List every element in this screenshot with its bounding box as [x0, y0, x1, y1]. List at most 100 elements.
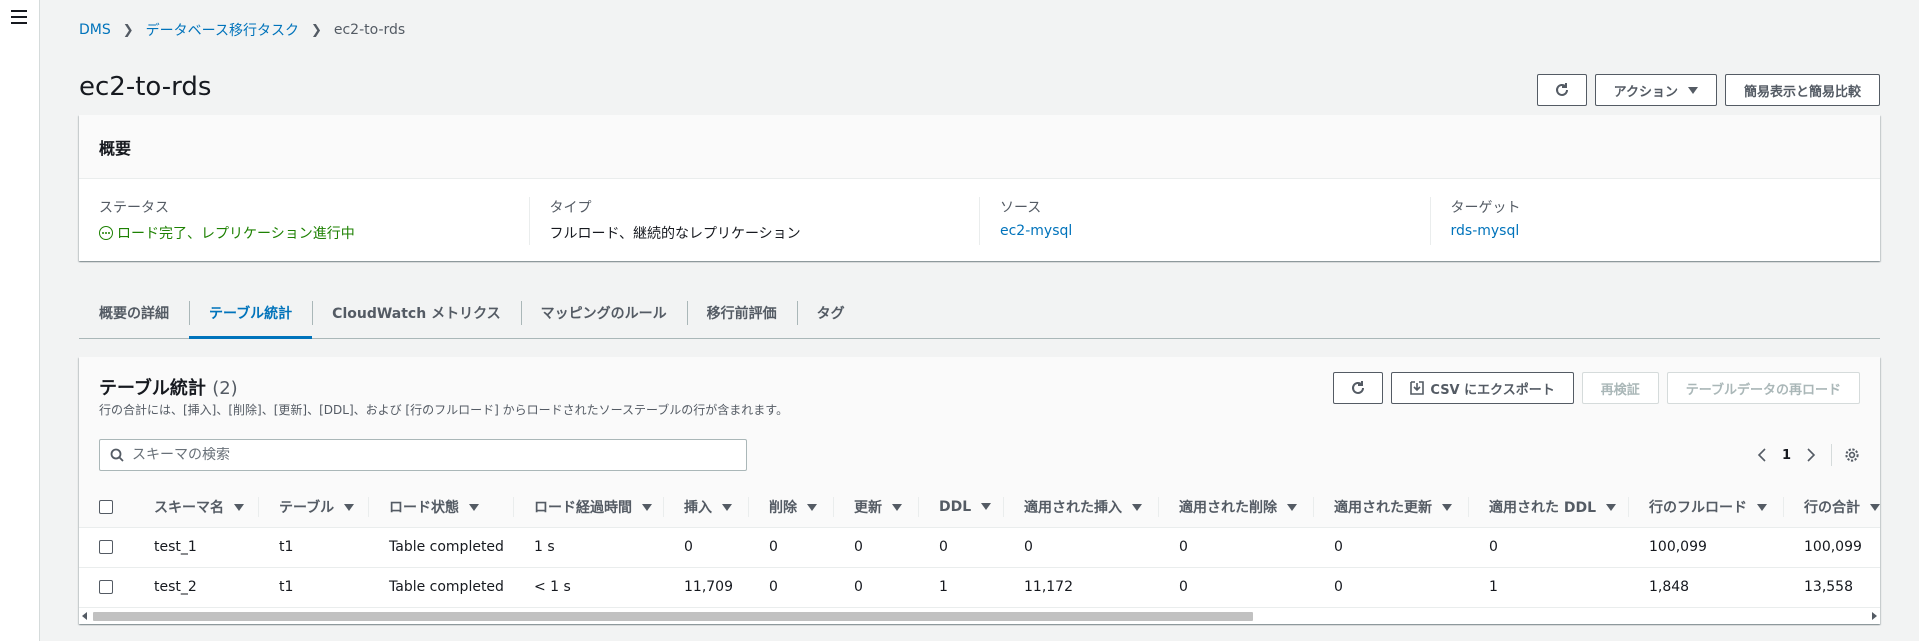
tab-table-stats[interactable]: テーブル統計 [189, 287, 313, 339]
col-applied-inserts[interactable]: 適用された挿入 [1004, 487, 1159, 528]
breadcrumb-dms[interactable]: DMS [79, 22, 111, 38]
select-all-checkbox[interactable] [99, 499, 113, 514]
col-load-state[interactable]: ロード状態 [369, 487, 514, 528]
cell-applied-updates: 0 [1314, 567, 1469, 607]
horizontal-scrollbar[interactable] [79, 607, 1880, 624]
sort-icon [234, 504, 244, 512]
search-input[interactable] [132, 447, 732, 463]
sort-icon [981, 503, 992, 511]
sort-icon [892, 504, 902, 512]
table-stats-card: テーブル統計 (2) 行の合計には、[挿入]、[削除]、[更新]、[DDL]、お… [79, 357, 1880, 624]
table-row: test_1 t1 Table completed 1 s 0 0 0 0 0 … [79, 527, 1880, 568]
revalidate-button[interactable]: 再検証 [1581, 372, 1659, 404]
cell-inserts: 0 [664, 527, 749, 568]
summary-type: タイプ フルロード、継続的なレプリケーション [528, 197, 980, 245]
actions-button[interactable]: アクション [1594, 74, 1717, 106]
cell-full-load-rows: 1,848 [1629, 567, 1784, 607]
scrollbar-thumb[interactable] [93, 612, 1253, 621]
cell-deletes: 0 [749, 567, 834, 607]
sort-icon [1442, 504, 1452, 512]
cell-applied-deletes: 0 [1159, 567, 1314, 607]
chevron-right-icon[interactable] [1803, 447, 1819, 463]
cell-deletes: 0 [749, 527, 834, 568]
in-progress-icon [99, 226, 113, 240]
summary-grid: ステータス ロード完了、レプリケーション進行中 タイプ フルロード、継続的なレプ… [79, 179, 1880, 245]
status-label: ステータス [99, 200, 169, 216]
table-stats-heading: テーブル統計 [99, 378, 206, 399]
cell-table: t1 [259, 527, 369, 568]
cell-schema: test_1 [134, 527, 259, 568]
refresh-icon [1352, 381, 1365, 394]
tab-details[interactable]: 概要の詳細 [79, 287, 189, 338]
tab-tags[interactable]: タグ [796, 287, 865, 338]
cell-load-state: Table completed [369, 567, 514, 607]
cell-load-elapsed: 1 s [514, 527, 664, 568]
row-checkbox[interactable] [99, 580, 113, 594]
sort-icon [469, 504, 479, 512]
row-select-cell [79, 567, 134, 607]
reload-table-button[interactable]: テーブルデータの再ロード [1666, 372, 1860, 404]
col-ddl[interactable]: DDL [919, 487, 1004, 528]
target-link[interactable]: rds-mysql [1451, 223, 1861, 239]
sort-icon [1287, 504, 1297, 512]
search-icon [110, 448, 124, 462]
scroll-right-icon[interactable] [1872, 612, 1877, 620]
col-table[interactable]: テーブル [259, 487, 369, 528]
cell-load-elapsed: < 1 s [514, 567, 664, 607]
sort-icon [722, 504, 732, 512]
status-value: ロード完了、レプリケーション進行中 [99, 223, 509, 243]
schema-search [99, 439, 747, 471]
type-label: タイプ [549, 200, 592, 216]
chevron-right-icon: ❯ [122, 22, 134, 38]
summary-status: ステータス ロード完了、レプリケーション進行中 [79, 197, 529, 245]
export-csv-label: CSV にエクスポート [1430, 382, 1555, 398]
cell-ddl: 1 [919, 567, 1004, 607]
table-refresh-button[interactable] [1333, 372, 1384, 404]
tab-cloudwatch[interactable]: CloudWatch メトリクス [312, 287, 520, 338]
col-full-load-rows[interactable]: 行のフルロード [1629, 487, 1784, 528]
cell-applied-inserts: 11,172 [1004, 567, 1159, 607]
table-row: test_2 t1 Table completed < 1 s 11,709 0… [79, 567, 1880, 607]
scroll-left-icon[interactable] [82, 612, 87, 620]
cell-ddl: 0 [919, 527, 1004, 568]
chevron-left-icon[interactable] [1754, 447, 1770, 463]
table-stats-table: スキーマ名 テーブル ロード状態 ロード経過時間 挿入 削除 更新 DDL 適用… [79, 487, 1880, 607]
gear-icon[interactable] [1844, 447, 1860, 463]
caret-down-icon [1687, 86, 1698, 94]
export-csv-button[interactable]: CSV にエクスポート [1391, 372, 1574, 404]
menu-icon[interactable] [11, 10, 27, 24]
col-inserts[interactable]: 挿入 [664, 487, 749, 528]
col-total-rows[interactable]: 行の合計 [1784, 487, 1880, 528]
summary-source: ソース ec2-mysql [979, 197, 1430, 245]
col-applied-ddl[interactable]: 適用された DDL [1469, 487, 1629, 528]
table-stats-description: 行の合計には、[挿入]、[削除]、[更新]、[DDL]、および [行のフルロード… [99, 403, 789, 417]
cell-applied-deletes: 0 [1159, 527, 1314, 568]
source-link[interactable]: ec2-mysql [1000, 223, 1410, 239]
row-checkbox[interactable] [99, 540, 113, 554]
table-stats-header: テーブル統計 (2) 行の合計には、[挿入]、[削除]、[更新]、[DDL]、お… [79, 357, 1880, 487]
summary-heading: 概要 [99, 138, 132, 158]
tab-premigration[interactable]: 移行前評価 [686, 287, 797, 338]
chevron-right-icon: ❯ [310, 22, 322, 38]
breadcrumb-tasks[interactable]: データベース移行タスク [146, 20, 299, 40]
col-schema[interactable]: スキーマ名 [134, 487, 259, 528]
row-select-cell [79, 527, 134, 568]
cell-inserts: 11,709 [664, 567, 749, 607]
sort-icon [807, 504, 817, 512]
col-applied-updates[interactable]: 適用された更新 [1314, 487, 1469, 528]
pagination: 1 [1754, 439, 1860, 471]
compare-button[interactable]: 簡易表示と簡易比較 [1724, 74, 1880, 106]
col-applied-deletes[interactable]: 適用された削除 [1159, 487, 1314, 528]
cell-schema: test_2 [134, 567, 259, 607]
tab-mapping-rules[interactable]: マッピングのルール [520, 287, 687, 338]
refresh-button[interactable] [1536, 74, 1587, 106]
table-header-row: スキーマ名 テーブル ロード状態 ロード経過時間 挿入 削除 更新 DDL 適用… [79, 487, 1880, 528]
cell-table: t1 [259, 567, 369, 607]
page-number[interactable]: 1 [1782, 448, 1791, 463]
cell-applied-inserts: 0 [1004, 527, 1159, 568]
col-load-elapsed[interactable]: ロード経過時間 [514, 487, 664, 528]
col-updates[interactable]: 更新 [834, 487, 919, 528]
pager-divider [1831, 444, 1832, 466]
table-stats-actions: CSV にエクスポート 再検証 テーブルデータの再ロード [1333, 372, 1860, 404]
col-deletes[interactable]: 削除 [749, 487, 834, 528]
